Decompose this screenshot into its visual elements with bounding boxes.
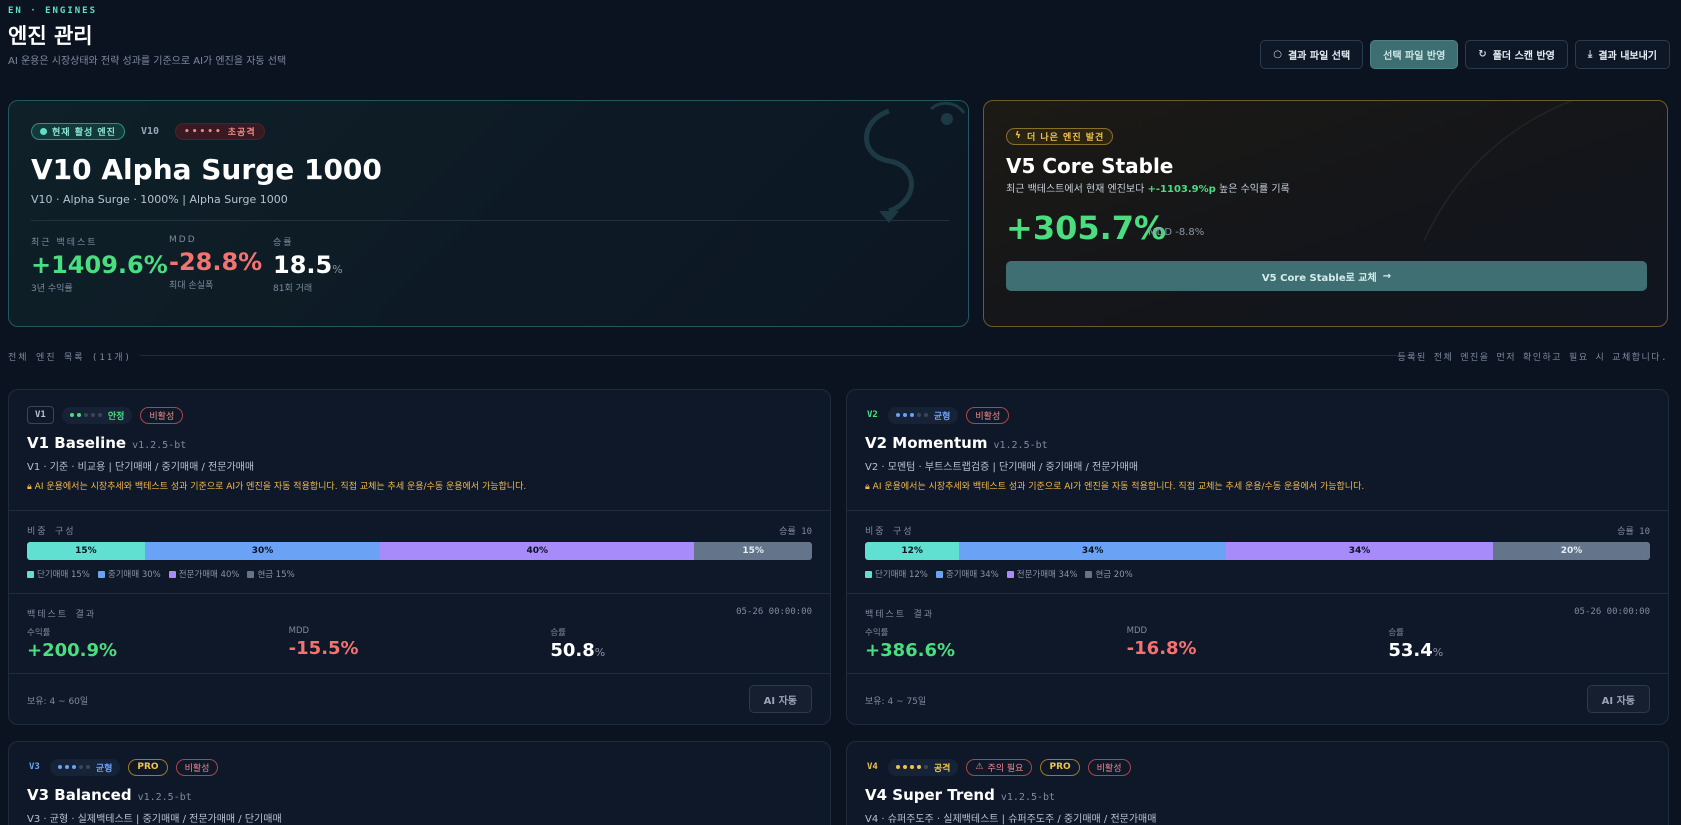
engine-title: V1 Baseline v1.2.5-bt — [27, 434, 187, 452]
status-badge: 비활성 — [966, 406, 1010, 424]
lock-icon: 🔒︎ — [27, 482, 35, 492]
engine-card-v3[interactable]: V3 균형 PRO 비활성 V3 Balanced v1.2.5-bt V3 · … — [8, 741, 831, 825]
alloc-segment-cash: 15% — [694, 542, 812, 560]
divider — [847, 593, 1668, 594]
stat-return: 최근 백테스트 +1409.6% 3년 수익률 — [31, 238, 168, 294]
engine-title: V3 Balanced v1.2.5-bt — [27, 786, 192, 804]
alloc-segment-cash: 20% — [1492, 542, 1650, 560]
divider — [847, 510, 1668, 511]
active-engine-version: V10 — [140, 126, 160, 137]
stat-mdd: MDD -28.8% 최대 손실폭 — [169, 235, 263, 291]
better-engine-title: V5 Core Stable — [1006, 154, 1174, 178]
allocation-legend: 단기매매 12% 중기매매 34% 전문가매매 34% 현금 20% — [865, 568, 1133, 580]
active-engine-desc: V10 · Alpha Surge · 1000% | Alpha Surge … — [31, 193, 288, 206]
download-icon: ⤓ — [1587, 49, 1593, 60]
pro-badge: PRO — [128, 758, 168, 776]
engine-title: V2 Momentum v1.2.5-bt — [865, 434, 1048, 452]
status-badge: 비활성 — [175, 758, 219, 776]
divider — [31, 220, 949, 221]
engine-card-v4[interactable]: V4 공격 ⚠ 주의 필요 PRO 비활성 V4 Super Trend v1.2.… — [846, 741, 1669, 825]
active-engine-header: 현재 활성 엔진 V10 ••••• 초공격 — [31, 123, 265, 140]
circle-icon: ○ — [1273, 49, 1282, 60]
engine-desc: V4 · 슈퍼주도주 · 실제백테스트 | 슈퍼주도주 / 중기매매 / 전문가… — [865, 814, 1157, 825]
risk-badge: 공격 — [887, 758, 959, 776]
page-subtitle: AI 운용은 시장상태와 전략 성과를 기준으로 AI가 엔진을 자동 선택 — [8, 56, 287, 67]
allocation-bar: 12% 34% 34% 20% — [865, 542, 1650, 560]
engine-title: V4 Super Trend v1.2.5-bt — [865, 786, 1056, 804]
backtest-results: 수익률 +386.6% MDD -16.8% 승률 53.4% — [865, 626, 1444, 661]
ai-auto-button[interactable]: AI 자동 — [1586, 685, 1650, 713]
divider — [847, 673, 1668, 674]
version-badge: V1 — [27, 406, 54, 424]
better-engine-card: ϟ 더 나은 엔진 발견 V5 Core Stable 최근 백테스트에서 현재… — [983, 100, 1668, 327]
engine-desc: V1 · 기준 · 비교용 | 단기매매 / 중기매매 / 전문가매매 — [27, 462, 255, 473]
decorative-signal-icon — [864, 101, 966, 223]
hold-period: 보유: 4 ~ 60일 — [27, 697, 89, 707]
better-engine-desc: 최근 백테스트에서 현재 엔진보다 +-1103.9%p 높은 수익률 기록 — [1006, 184, 1290, 195]
ai-auto-button[interactable]: AI 자동 — [748, 685, 812, 713]
better-engine-return: +305.7% — [1006, 209, 1167, 247]
alloc-segment-mid: 34% — [959, 542, 1227, 560]
decorative-arc-icon — [1423, 101, 1574, 242]
version-badge: V4 — [867, 762, 878, 772]
status-dot-icon — [40, 128, 47, 135]
alloc-segment-expert: 40% — [380, 542, 695, 560]
select-result-file-button[interactable]: ○ 결과 파일 선택 — [1260, 40, 1364, 69]
engine-desc: V3 · 균형 · 실제백테스트 | 중기매매 / 전문가매매 / 단기매매 — [27, 814, 282, 825]
divider — [9, 510, 830, 511]
risk-badge: 균형 — [49, 758, 121, 776]
engine-list-note: 등록된 전체 엔진을 먼저 확인하고 필요 시 교체합니다. — [1397, 353, 1668, 363]
version-badge: V3 — [29, 762, 40, 772]
allocation-legend: 단기매매 15% 중기매매 30% 전문가매매 40% 현금 15% — [27, 568, 295, 580]
backtest-results: 수익률 +200.9% MDD -15.5% 승률 50.8% — [27, 626, 606, 661]
divider — [9, 593, 830, 594]
apply-selected-file-button[interactable]: 선택 파일 반영 — [1370, 40, 1459, 69]
engine-card-v1[interactable]: V1 안정 비활성 V1 Baseline v1.2.5-bt V1 · 기준 ·… — [8, 389, 831, 725]
page-title: 엔진 관리 — [8, 24, 93, 48]
risk-dots-icon: ••••• — [184, 126, 223, 137]
hold-period: 보유: 4 ~ 75일 — [865, 697, 927, 707]
engine-list-label: 전체 엔진 목록 (11개) — [8, 353, 132, 363]
risk-badge: 안정 — [61, 406, 133, 424]
stat-winrate: 승률 18.5% 81회 거래 — [273, 238, 343, 294]
status-badge: 비활성 — [140, 406, 184, 424]
divider — [140, 355, 1420, 356]
lightning-icon: ϟ — [1015, 131, 1022, 141]
engine-notice: 🔒︎ AI 운용에서는 시장추세와 백테스트 성과 기준으로 AI가 엔진을 자… — [27, 482, 527, 492]
warning-icon: ⚠ — [975, 762, 984, 772]
pro-badge: PRO — [1040, 758, 1080, 776]
active-engine-badge: 현재 활성 엔진 — [31, 123, 125, 140]
toolbar: ○ 결과 파일 선택 선택 파일 반영 ↻ 폴더 스캔 반영 ⤓ 결과 내보내기 — [1260, 40, 1670, 69]
engine-desc: V2 · 모멘텀 · 부트스트랩검증 | 단기매매 / 중기매매 / 전문가매매 — [865, 462, 1139, 473]
risk-badge: ••••• 초공격 — [175, 123, 265, 140]
status-badge: 비활성 — [1087, 758, 1131, 776]
engine-notice: 🔒︎ AI 운용에서는 시장추세와 백테스트 성과 기준으로 AI가 엔진을 자… — [865, 482, 1365, 492]
engine-card-v2[interactable]: V2 균형 비활성 V2 Momentum v1.2.5-bt V2 · 모멘텀 … — [846, 389, 1669, 725]
active-engine-card: 현재 활성 엔진 V10 ••••• 초공격 V10 Alpha Surge 1… — [8, 100, 969, 327]
arrow-right-icon: → — [1382, 270, 1392, 282]
active-engine-title: V10 Alpha Surge 1000 — [31, 153, 382, 186]
lock-icon: 🔒︎ — [865, 482, 873, 492]
export-results-button[interactable]: ⤓ 결과 내보내기 — [1574, 40, 1670, 69]
alloc-segment-expert: 34% — [1226, 542, 1493, 560]
warning-badge: ⚠ 주의 필요 — [966, 758, 1033, 776]
better-engine-badge: ϟ 더 나은 엔진 발견 — [1006, 127, 1114, 145]
refresh-icon: ↻ — [1478, 49, 1487, 60]
allocation-bar: 15% 30% 40% 15% — [27, 542, 812, 560]
risk-badge: 균형 — [887, 406, 959, 424]
switch-engine-button[interactable]: V5 Core Stable로 교체 → — [1006, 261, 1647, 291]
version-badge: V2 — [867, 410, 878, 420]
alloc-segment-short: 12% — [865, 542, 960, 560]
alloc-segment-mid: 30% — [144, 542, 381, 560]
divider — [9, 673, 830, 674]
breadcrumb: EN · ENGINES — [8, 6, 98, 16]
better-engine-mdd: MDD -8.8% — [1148, 227, 1205, 238]
alloc-segment-short: 15% — [27, 542, 145, 560]
folder-scan-button[interactable]: ↻ 폴더 스캔 반영 — [1465, 40, 1568, 69]
